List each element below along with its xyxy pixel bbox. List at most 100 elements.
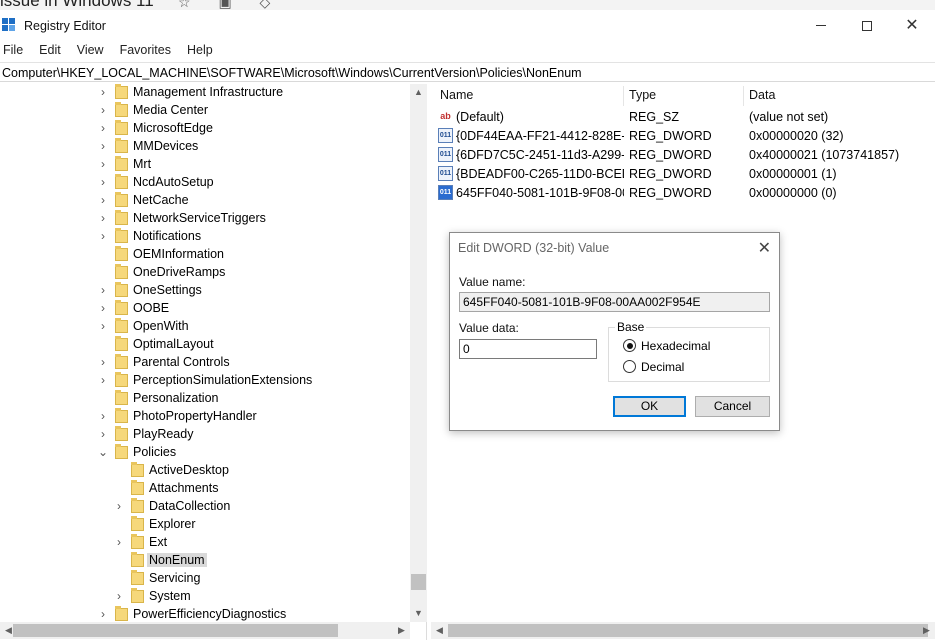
value-row[interactable]: ab (Default) REG_SZ (value not set): [431, 108, 935, 127]
tree-item-label[interactable]: PlayReady: [131, 427, 195, 441]
values-horizontal-scrollbar[interactable]: ◀ ▶: [431, 622, 935, 639]
decimal-radio[interactable]: [623, 360, 636, 373]
chevron-right-icon[interactable]: ›: [98, 427, 108, 441]
menu-help[interactable]: Help: [187, 41, 213, 61]
tree-item[interactable]: › Notifications: [0, 228, 410, 246]
value-row[interactable]: 011 645FF040-5081-101B-9F08-00... REG_DWOR…: [431, 184, 935, 203]
menu-favorites[interactable]: Favorites: [120, 41, 171, 61]
tree-item-label[interactable]: Policies: [131, 445, 178, 459]
scrollbar-thumb[interactable]: [411, 574, 426, 590]
tree-item-label[interactable]: OOBE: [131, 301, 171, 315]
column-separator[interactable]: [743, 86, 744, 106]
chevron-right-icon[interactable]: ›: [98, 139, 108, 153]
scroll-up-icon[interactable]: ▲: [410, 84, 427, 101]
tree-item[interactable]: › OneSettings: [0, 282, 410, 300]
tree-item[interactable]: Attachments: [0, 480, 410, 498]
tree-item-label[interactable]: Ext: [147, 535, 169, 549]
tree-item-label[interactable]: MicrosoftEdge: [131, 121, 215, 135]
column-separator[interactable]: [623, 86, 624, 106]
value-data-field[interactable]: [459, 339, 597, 359]
tree-item[interactable]: › System: [0, 588, 410, 606]
tree-item[interactable]: Personalization: [0, 390, 410, 408]
tree-item[interactable]: › Mrt: [0, 156, 410, 174]
column-header-type[interactable]: Type: [629, 88, 656, 102]
tree-item-label[interactable]: Mrt: [131, 157, 153, 171]
tree-item[interactable]: › DataCollection: [0, 498, 410, 516]
tree-item-label[interactable]: PowerEfficiencyDiagnostics: [131, 607, 288, 621]
maximize-button[interactable]: [844, 10, 890, 41]
chevron-right-icon[interactable]: ›: [98, 121, 108, 135]
tree-item-label[interactable]: MMDevices: [131, 139, 200, 153]
chevron-right-icon[interactable]: ›: [98, 175, 108, 189]
tree-item-label[interactable]: Servicing: [147, 571, 202, 585]
scroll-right-icon[interactable]: ▶: [393, 622, 410, 639]
tree-item[interactable]: › OOBE: [0, 300, 410, 318]
tree-item-label[interactable]: Attachments: [147, 481, 220, 495]
chevron-right-icon[interactable]: ›: [98, 193, 108, 207]
close-button[interactable]: ✕: [889, 10, 935, 41]
tree-item[interactable]: › PhotoPropertyHandler: [0, 408, 410, 426]
chevron-right-icon[interactable]: ›: [114, 499, 124, 513]
chevron-right-icon[interactable]: ›: [98, 355, 108, 369]
tree-item-label[interactable]: Notifications: [131, 229, 203, 243]
tree-item-label[interactable]: Media Center: [131, 103, 210, 117]
scroll-left-icon[interactable]: ◀: [431, 622, 448, 639]
tree-item-label[interactable]: DataCollection: [147, 499, 232, 513]
address-path[interactable]: Computer\HKEY_LOCAL_MACHINE\SOFTWARE\Mic…: [2, 66, 582, 80]
scroll-down-icon[interactable]: ▼: [410, 605, 427, 622]
tree-item-label[interactable]: PhotoPropertyHandler: [131, 409, 259, 423]
minimize-button[interactable]: [798, 10, 844, 41]
scroll-right-icon[interactable]: ▶: [918, 622, 935, 639]
chevron-right-icon[interactable]: ›: [98, 157, 108, 171]
tree-item-label[interactable]: OneSettings: [131, 283, 204, 297]
tree-item-label[interactable]: Management Infrastructure: [131, 85, 285, 99]
hexadecimal-label[interactable]: Hexadecimal: [641, 339, 710, 353]
address-bar[interactable]: Computer\HKEY_LOCAL_MACHINE\SOFTWARE\Mic…: [0, 62, 935, 82]
tree-item[interactable]: › NetworkServiceTriggers: [0, 210, 410, 228]
value-row[interactable]: 011 {6DFD7C5C-2451-11d3-A299-... REG_DWORD…: [431, 146, 935, 165]
tree-item[interactable]: › NetCache: [0, 192, 410, 210]
tree-item-label[interactable]: NetworkServiceTriggers: [131, 211, 268, 225]
tree-item-label[interactable]: OpenWith: [131, 319, 191, 333]
menu-view[interactable]: View: [77, 41, 104, 61]
tree-item[interactable]: › MMDevices: [0, 138, 410, 156]
decimal-label[interactable]: Decimal: [641, 360, 684, 374]
hexadecimal-radio[interactable]: [623, 339, 636, 352]
tree-item-label[interactable]: NonEnum: [147, 553, 207, 567]
cancel-button[interactable]: Cancel: [695, 396, 770, 417]
chevron-right-icon[interactable]: ›: [114, 535, 124, 549]
tree-item[interactable]: ⌄ Policies: [0, 444, 410, 462]
chevron-right-icon[interactable]: ›: [98, 373, 108, 387]
tree-item[interactable]: › Media Center: [0, 102, 410, 120]
tree-item[interactable]: › OpenWith: [0, 318, 410, 336]
chevron-right-icon[interactable]: ›: [98, 103, 108, 117]
tree-item-label[interactable]: NcdAutoSetup: [131, 175, 216, 189]
tree-item[interactable]: › Parental Controls: [0, 354, 410, 372]
value-row[interactable]: 011 {BDEADF00-C265-11D0-BCED... REG_DWORD 0…: [431, 165, 935, 184]
tree-item[interactable]: OneDriveRamps: [0, 264, 410, 282]
tree-item[interactable]: NonEnum: [0, 552, 410, 570]
ok-button[interactable]: OK: [613, 396, 686, 417]
tree-item-label[interactable]: OneDriveRamps: [131, 265, 227, 279]
tree-item-label[interactable]: Personalization: [131, 391, 220, 405]
chevron-right-icon[interactable]: ›: [114, 589, 124, 603]
chevron-right-icon[interactable]: ›: [98, 283, 108, 297]
dialog-close-icon[interactable]: ✕: [758, 238, 771, 258]
tree-item[interactable]: › NcdAutoSetup: [0, 174, 410, 192]
tree-item-label[interactable]: System: [147, 589, 193, 603]
tree-item-label[interactable]: OptimalLayout: [131, 337, 216, 351]
chevron-right-icon[interactable]: ›: [98, 607, 108, 621]
tree-vertical-scrollbar[interactable]: ▲ ▼: [410, 84, 427, 622]
chevron-right-icon[interactable]: ›: [98, 211, 108, 225]
tree-item[interactable]: › MicrosoftEdge: [0, 120, 410, 138]
value-name-field[interactable]: [459, 292, 770, 312]
tree-item[interactable]: › Ext: [0, 534, 410, 552]
chevron-right-icon[interactable]: ›: [98, 301, 108, 315]
chevron-right-icon[interactable]: ›: [98, 229, 108, 243]
menu-edit[interactable]: Edit: [39, 41, 61, 61]
tree-item-label[interactable]: NetCache: [131, 193, 191, 207]
tree-item-label[interactable]: OEMInformation: [131, 247, 226, 261]
value-row[interactable]: 011{0DF44EAA-FF21-4412-828E-2... REG_DWOR…: [431, 127, 935, 146]
tree-item-label[interactable]: ActiveDesktop: [147, 463, 231, 477]
tree-item[interactable]: ActiveDesktop: [0, 462, 410, 480]
